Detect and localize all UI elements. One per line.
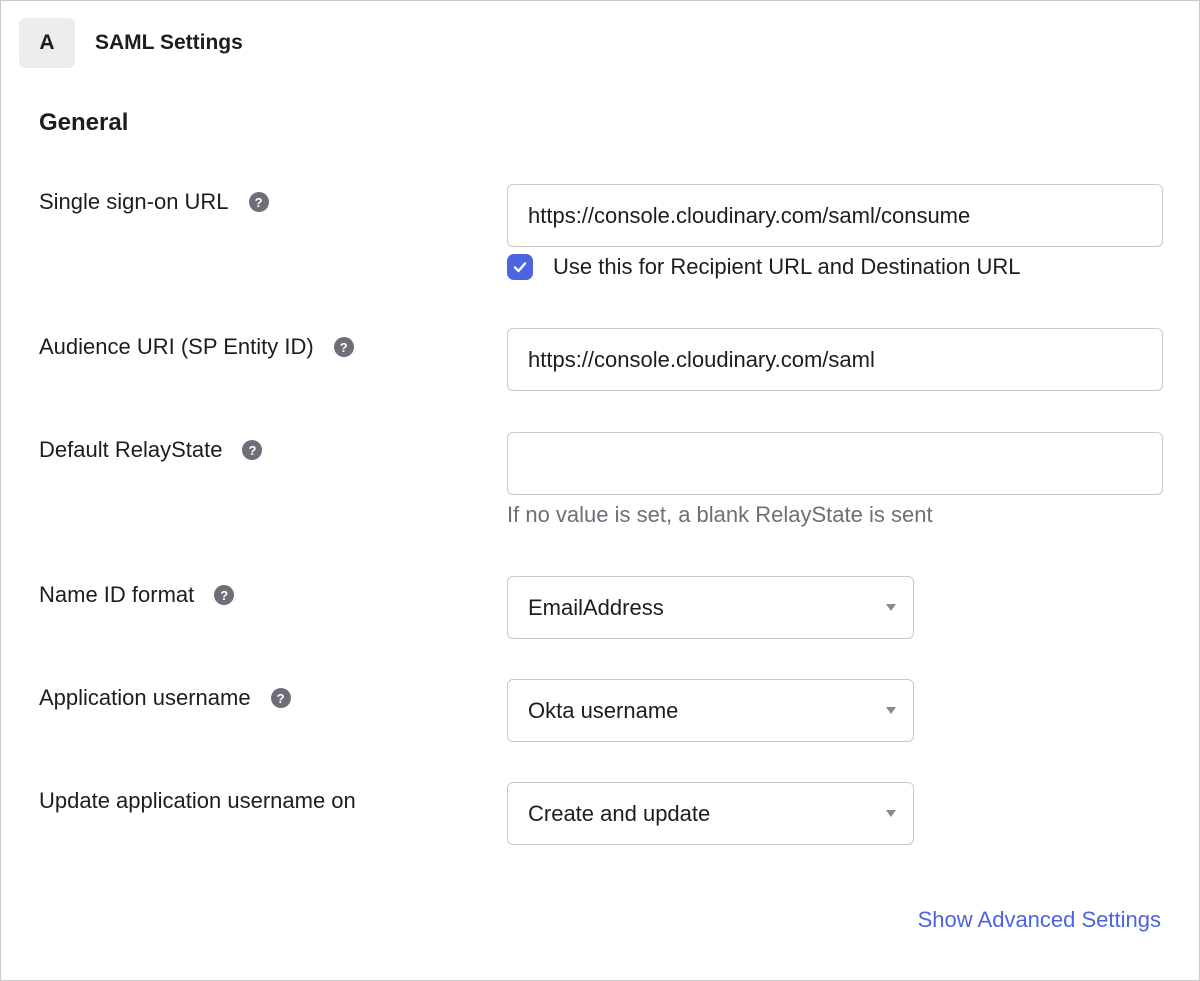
section-title-general: General xyxy=(39,109,129,136)
caret-down-icon xyxy=(886,810,896,817)
name-id-format-select[interactable]: EmailAddress xyxy=(507,576,914,639)
name-id-format-label-row: Name ID format ? xyxy=(39,582,235,608)
help-icon[interactable]: ? xyxy=(270,688,291,708)
update-username-select[interactable]: Create and update xyxy=(507,782,914,845)
caret-down-icon xyxy=(886,707,896,714)
checkmark-icon xyxy=(513,262,527,273)
name-id-format-label: Name ID format xyxy=(39,582,195,607)
app-username-select[interactable]: Okta username xyxy=(507,679,914,742)
update-username-value: Create and update xyxy=(528,800,711,826)
panel-header: A SAML Settings xyxy=(19,18,243,68)
audience-uri-label: Audience URI (SP Entity ID) xyxy=(39,334,314,359)
help-icon[interactable]: ? xyxy=(248,192,269,212)
update-username-label-row: Update application username on xyxy=(39,788,356,814)
help-icon[interactable]: ? xyxy=(333,337,354,357)
audience-uri-input[interactable] xyxy=(507,328,1163,391)
sso-url-label-row: Single sign-on URL ? xyxy=(39,189,269,215)
help-icon[interactable]: ? xyxy=(214,585,235,605)
recipient-url-checkbox-label: Use this for Recipient URL and Destinati… xyxy=(553,254,1021,279)
relay-state-label: Default RelayState xyxy=(39,437,223,462)
app-username-value: Okta username xyxy=(528,697,679,723)
panel-title: SAML Settings xyxy=(95,31,243,54)
relay-state-hint: If no value is set, a blank RelayState i… xyxy=(507,502,933,527)
name-id-format-value: EmailAddress xyxy=(528,594,664,620)
step-badge: A xyxy=(19,18,75,68)
relay-state-input[interactable] xyxy=(507,432,1163,495)
sso-url-input[interactable] xyxy=(507,184,1163,247)
app-username-label: Application username xyxy=(39,685,251,710)
caret-down-icon xyxy=(886,604,896,611)
relay-state-label-row: Default RelayState ? xyxy=(39,437,263,463)
sso-url-label: Single sign-on URL xyxy=(39,189,229,214)
app-username-label-row: Application username ? xyxy=(39,685,291,711)
recipient-url-checkbox-row[interactable]: Use this for Recipient URL and Destinati… xyxy=(507,254,1021,280)
audience-uri-label-row: Audience URI (SP Entity ID) ? xyxy=(39,334,354,360)
saml-settings-panel: A SAML Settings General Single sign-on U… xyxy=(0,0,1200,981)
help-icon[interactable]: ? xyxy=(242,440,263,460)
update-username-label: Update application username on xyxy=(39,788,356,813)
show-advanced-settings-link[interactable]: Show Advanced Settings xyxy=(918,907,1161,933)
recipient-url-checkbox[interactable] xyxy=(507,254,533,280)
